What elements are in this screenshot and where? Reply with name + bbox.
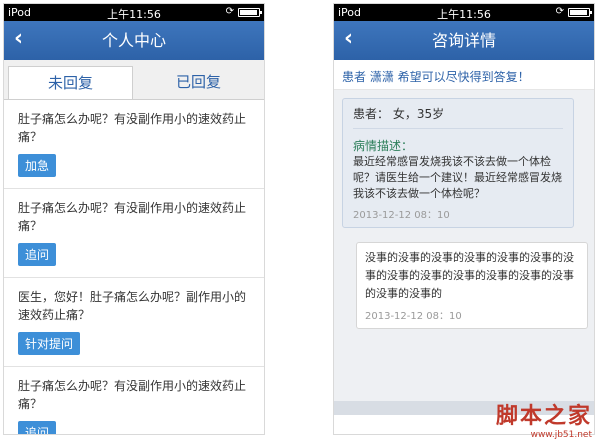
question-list: 肚子痛怎么办呢？有没副作用小的速效药止痛？ 加急 肚子痛怎么办呢？有没副作用小的…	[4, 100, 264, 434]
patient-notice: 患者 潇潇 希望可以尽快得到答复！	[334, 60, 594, 90]
watermark-url: www.jb51.net	[530, 430, 592, 440]
reply-timestamp: 2013-12-12 08：10	[365, 311, 462, 322]
chevron-left-icon[interactable]: ‹	[344, 28, 353, 50]
tab-replied[interactable]: 已回复	[137, 66, 260, 99]
status-bar: iPod 上午11:56 ⟳	[4, 4, 264, 21]
message-timestamp: 2013-12-12 08：10	[353, 210, 450, 221]
reply-tabs: 未回复 已回复	[4, 60, 264, 100]
reply-text: 没事的没事的没事的没事的没事的没事的没事的没事的没事的没事的没事的没事的没事的没…	[365, 251, 574, 300]
question-text: 医生，您好！肚子痛怎么办呢？副作用小的速效药止痛？	[18, 290, 247, 322]
follow-up-button[interactable]: 追问	[18, 421, 57, 434]
page-title: 个人中心	[101, 31, 166, 50]
description-text: 最近经常感冒发烧我该不该去做一个体检呢？请医生给一个建议！最近经常感冒发烧我该不…	[353, 155, 562, 200]
targeted-question-button[interactable]: 针对提问	[18, 332, 81, 355]
list-item[interactable]: 肚子痛怎么办呢？有没副作用小的速效药止痛？ 追问	[4, 189, 264, 278]
page-title: 咨询详情	[431, 31, 496, 50]
battery-icon	[568, 8, 592, 17]
follow-up-button[interactable]: 追问	[18, 243, 57, 266]
battery-icon	[238, 8, 262, 17]
list-item[interactable]: 肚子痛怎么办呢？有没副作用小的速效药止痛？ 加急	[4, 100, 264, 189]
description-label: 病情描述：	[353, 139, 414, 153]
nav-bar: ‹ 咨询详情	[334, 21, 594, 60]
question-text: 肚子痛怎么办呢？有没副作用小的速效药止痛？	[18, 112, 247, 144]
patient-message: 患者： 女，35岁 病情描述： 最近经常感冒发烧我该不该去做一个体检呢？请医生给…	[342, 98, 574, 228]
personal-center-screen: iPod 上午11:56 ⟳ ‹ 个人中心 未回复 已回复 肚子痛怎么办呢？有没…	[3, 3, 265, 435]
doctor-reply: 没事的没事的没事的没事的没事的没事的没事的没事的没事的没事的没事的没事的没事的没…	[356, 242, 588, 329]
site-watermark: 脚本之家 www.jb51.net	[496, 398, 592, 440]
rotation-lock-icon: ⟳	[555, 6, 564, 17]
nav-bar: ‹ 个人中心	[4, 21, 264, 60]
tab-unreplied[interactable]: 未回复	[8, 66, 133, 99]
list-item[interactable]: 肚子痛怎么办呢？有没副作用小的速效药止痛？ 追问	[4, 367, 264, 434]
chat-area: 患者： 女，35岁 病情描述： 最近经常感冒发烧我该不该去做一个体检呢？请医生给…	[334, 90, 594, 415]
status-bar: iPod 上午11:56 ⟳	[334, 4, 594, 21]
watermark-logo: 脚本之家	[495, 403, 592, 429]
question-text: 肚子痛怎么办呢？有没副作用小的速效药止痛？	[18, 201, 247, 233]
consultation-detail-screen: iPod 上午11:56 ⟳ ‹ 咨询详情 患者 潇潇 希望可以尽快得到答复！ …	[333, 3, 595, 435]
urgent-button[interactable]: 加急	[18, 154, 57, 177]
chevron-left-icon[interactable]: ‹	[14, 28, 23, 50]
patient-info: 患者： 女，35岁	[353, 105, 563, 129]
list-item[interactable]: 医生，您好！肚子痛怎么办呢？副作用小的速效药止痛？ 针对提问	[4, 278, 264, 367]
rotation-lock-icon: ⟳	[225, 6, 234, 17]
question-text: 肚子痛怎么办呢？有没副作用小的速效药止痛？	[18, 379, 247, 411]
